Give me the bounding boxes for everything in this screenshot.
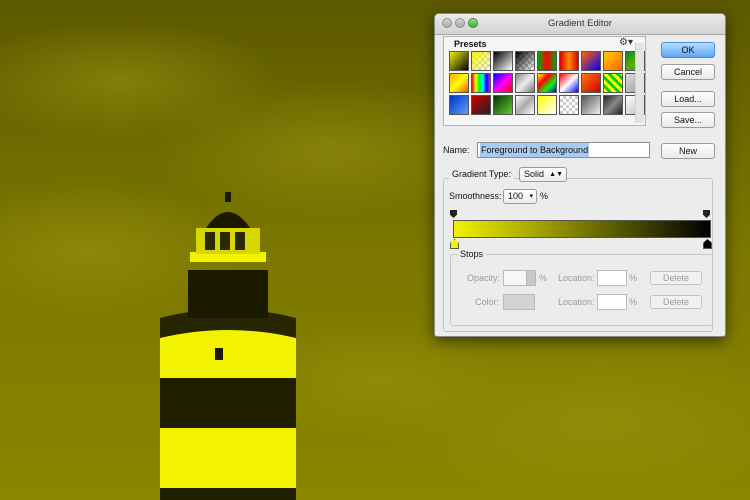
preset-swatch[interactable] bbox=[581, 95, 601, 115]
stops-label: Stops bbox=[457, 249, 487, 259]
new-button[interactable]: New bbox=[661, 143, 715, 159]
gradient-editor-dialog: Gradient Editor Presets ⚙▾ OK Cancel Loa… bbox=[434, 13, 726, 337]
color-label: Color: bbox=[475, 297, 500, 307]
load-button[interactable]: Load... bbox=[661, 91, 715, 107]
color-location-unit: % bbox=[629, 297, 638, 307]
preset-swatch[interactable] bbox=[603, 51, 623, 71]
preset-swatch[interactable] bbox=[537, 51, 557, 71]
color-location-field[interactable] bbox=[597, 294, 627, 310]
preset-swatch[interactable] bbox=[515, 73, 535, 93]
preset-swatch-grid bbox=[449, 51, 645, 121]
presets-label: Presets bbox=[454, 39, 487, 49]
preset-swatch[interactable] bbox=[537, 95, 557, 115]
preset-swatch[interactable] bbox=[515, 95, 535, 115]
opacity-location-label: Location: bbox=[558, 273, 595, 283]
preset-swatch[interactable] bbox=[581, 73, 601, 93]
name-field[interactable]: Foreground to Background bbox=[477, 142, 650, 158]
opacity-delete-button[interactable]: Delete bbox=[650, 271, 702, 285]
preset-swatch[interactable] bbox=[603, 73, 623, 93]
name-label: Name: bbox=[443, 145, 470, 155]
preset-swatch[interactable] bbox=[471, 51, 491, 71]
preset-swatch[interactable] bbox=[603, 95, 623, 115]
smoothness-value: 100 bbox=[508, 191, 524, 201]
gear-icon[interactable]: ⚙▾ bbox=[619, 37, 633, 48]
save-button[interactable]: Save... bbox=[661, 112, 715, 128]
gradient-preview-bar[interactable] bbox=[453, 220, 711, 238]
opacity-field[interactable] bbox=[503, 270, 527, 286]
preset-swatch[interactable] bbox=[493, 51, 513, 71]
gradient-type-label: Gradient Type: bbox=[449, 169, 514, 179]
preset-swatch[interactable] bbox=[449, 95, 469, 115]
preset-swatch[interactable] bbox=[559, 73, 579, 93]
chevron-down-icon: ▾ bbox=[529, 193, 533, 200]
preset-swatch[interactable] bbox=[449, 51, 469, 71]
chevron-updown-icon: ▲▼ bbox=[549, 171, 563, 178]
opacity-stepper[interactable] bbox=[526, 270, 536, 286]
smoothness-unit: % bbox=[540, 191, 549, 201]
smoothness-select[interactable]: 100 ▾ bbox=[503, 189, 537, 204]
window-title: Gradient Editor bbox=[548, 18, 612, 29]
color-location-label: Location: bbox=[558, 297, 595, 307]
preset-swatch[interactable] bbox=[493, 95, 513, 115]
preset-swatch[interactable] bbox=[559, 95, 579, 115]
preset-swatch[interactable] bbox=[471, 95, 491, 115]
smoothness-label: Smoothness: bbox=[449, 191, 502, 201]
gradient-type-select[interactable]: Solid ▲▼ bbox=[519, 167, 567, 182]
preset-swatch[interactable] bbox=[471, 73, 491, 93]
preset-swatch[interactable] bbox=[537, 73, 557, 93]
opacity-unit: % bbox=[539, 273, 548, 283]
color-delete-button[interactable]: Delete bbox=[650, 295, 702, 309]
preset-swatch[interactable] bbox=[449, 73, 469, 93]
preset-swatch[interactable] bbox=[559, 51, 579, 71]
preset-swatch[interactable] bbox=[581, 51, 601, 71]
name-value: Foreground to Background bbox=[480, 143, 590, 157]
color-swatch-field[interactable] bbox=[503, 294, 535, 310]
presets-scrollbar[interactable] bbox=[635, 43, 644, 123]
stops-group bbox=[450, 254, 713, 326]
ok-button[interactable]: OK bbox=[661, 42, 715, 58]
cancel-button[interactable]: Cancel bbox=[661, 64, 715, 80]
opacity-location-unit: % bbox=[629, 273, 638, 283]
title-bar[interactable]: Gradient Editor bbox=[435, 14, 725, 35]
opacity-label: Opacity: bbox=[467, 273, 501, 283]
preset-swatch[interactable] bbox=[515, 51, 535, 71]
preset-swatch[interactable] bbox=[493, 73, 513, 93]
gradient-type-value: Solid bbox=[524, 169, 545, 179]
opacity-location-field[interactable] bbox=[597, 270, 627, 286]
presets-panel: Presets ⚙▾ bbox=[443, 36, 646, 126]
